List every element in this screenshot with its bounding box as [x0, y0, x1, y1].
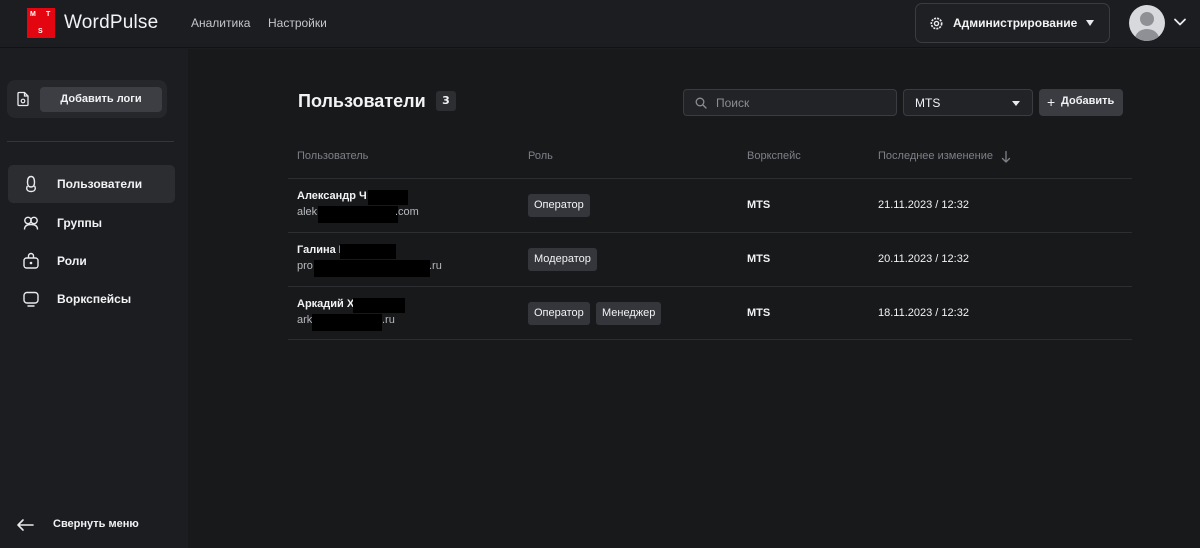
- main-content: Пользователи 3 MTS + Добавить Пользовате…: [188, 49, 1200, 548]
- monitor-icon: [23, 291, 39, 307]
- table-row[interactable]: Аркадий Х ark .ru Оператор Менеджер MTS …: [288, 286, 1132, 340]
- role-chip: Менеджер: [596, 302, 662, 325]
- logo-letter-s: S: [38, 28, 43, 35]
- column-header-workspace[interactable]: Воркспейс: [747, 150, 801, 162]
- gear-icon: [930, 17, 943, 30]
- plus-icon: +: [1047, 94, 1056, 110]
- user-email-start: ark: [297, 314, 313, 326]
- modified-date-cell: 20.11.2023 / 12:32: [878, 253, 969, 265]
- document-icon: [17, 91, 29, 107]
- administration-label: Администрирование: [953, 16, 1078, 30]
- caret-down-icon: [1012, 101, 1020, 106]
- caret-down-icon: [1086, 20, 1094, 26]
- table-row[interactable]: Галина П pro .ru Модератор MTS 20.11.202…: [288, 232, 1132, 286]
- redaction-bar: [318, 206, 398, 223]
- sidebar-divider: [7, 141, 174, 142]
- search-input[interactable]: [716, 94, 886, 112]
- column-header-modified[interactable]: Последнее изменение: [878, 150, 993, 162]
- user-count-badge: 3: [436, 91, 456, 111]
- collapse-menu-button[interactable]: Свернуть меню: [16, 516, 176, 536]
- sort-arrow-down-icon[interactable]: [1001, 150, 1011, 164]
- mts-logo[interactable]: M T S: [27, 8, 55, 38]
- user-email-start: alek: [297, 206, 318, 218]
- role-icon: [23, 252, 39, 269]
- role-chip: Оператор: [528, 194, 590, 217]
- sidebar-item-roles[interactable]: Роли: [8, 242, 175, 280]
- user-email-end: .com: [395, 206, 419, 218]
- redaction-bar: [312, 314, 382, 331]
- user-email-end: .ru: [382, 314, 395, 326]
- sidebar-item-workspaces[interactable]: Воркспейсы: [8, 280, 175, 318]
- workspace-select-value: MTS: [915, 96, 941, 110]
- nav-settings[interactable]: Настройки: [268, 16, 327, 30]
- user-email-end: .ru: [429, 260, 442, 272]
- workspace-select[interactable]: MTS: [903, 89, 1033, 116]
- workspace-cell: MTS: [747, 307, 771, 319]
- user-icon: [26, 175, 36, 193]
- sidebar: Добавить логи Пользователи Группы Роли В…: [0, 49, 188, 548]
- modified-date-cell: 18.11.2023 / 12:32: [878, 307, 969, 319]
- chevron-down-icon[interactable]: [1172, 14, 1188, 30]
- nav-analytics[interactable]: Аналитика: [191, 16, 250, 30]
- groups-icon: [23, 216, 39, 230]
- sidebar-item-label: Группы: [57, 216, 102, 230]
- user-email-start: pro: [297, 260, 313, 272]
- workspace-cell: MTS: [747, 199, 771, 211]
- user-name: Александр Ч: [297, 190, 367, 202]
- search-icon: [695, 97, 707, 109]
- role-chip: Оператор: [528, 302, 590, 325]
- column-header-role[interactable]: Роль: [528, 150, 553, 162]
- redaction-bar: [314, 260, 430, 277]
- redaction-bar: [340, 244, 396, 259]
- user-name: Аркадий Х: [297, 298, 355, 310]
- page-title: Пользователи: [298, 91, 426, 111]
- column-header-user[interactable]: Пользователь: [297, 150, 368, 162]
- logo-letter-m: M: [30, 11, 36, 18]
- app-name[interactable]: WordPulse: [64, 12, 158, 34]
- top-bar: M T S WordPulse Аналитика Настройки Адми…: [0, 0, 1200, 48]
- modified-date-cell: 21.11.2023 / 12:32: [878, 199, 969, 211]
- upload-logs-card: Добавить логи: [7, 80, 167, 118]
- sidebar-item-label: Пользователи: [57, 177, 143, 191]
- table-row[interactable]: Александр Ч alek .com Оператор MTS 21.11…: [288, 178, 1132, 232]
- add-user-button[interactable]: + Добавить: [1039, 89, 1123, 116]
- logo-letter-t: T: [46, 11, 51, 18]
- add-logs-button[interactable]: Добавить логи: [40, 87, 162, 112]
- sidebar-item-label: Воркспейсы: [57, 292, 132, 306]
- collapse-menu-label: Свернуть меню: [53, 518, 139, 530]
- user-silhouette-icon: [1135, 12, 1159, 41]
- sidebar-item-groups[interactable]: Группы: [8, 204, 175, 242]
- sidebar-item-label: Роли: [57, 254, 87, 268]
- redaction-bar: [353, 298, 405, 313]
- arrow-left-icon: [17, 519, 34, 531]
- sidebar-item-users[interactable]: Пользователи: [8, 165, 175, 203]
- redaction-bar: [368, 190, 408, 205]
- avatar[interactable]: [1129, 5, 1165, 41]
- search-field[interactable]: [683, 89, 897, 116]
- workspace-cell: MTS: [747, 253, 771, 265]
- administration-button[interactable]: Администрирование: [915, 3, 1110, 43]
- add-user-label: Добавить: [1061, 95, 1115, 107]
- role-chip: Модератор: [528, 248, 597, 271]
